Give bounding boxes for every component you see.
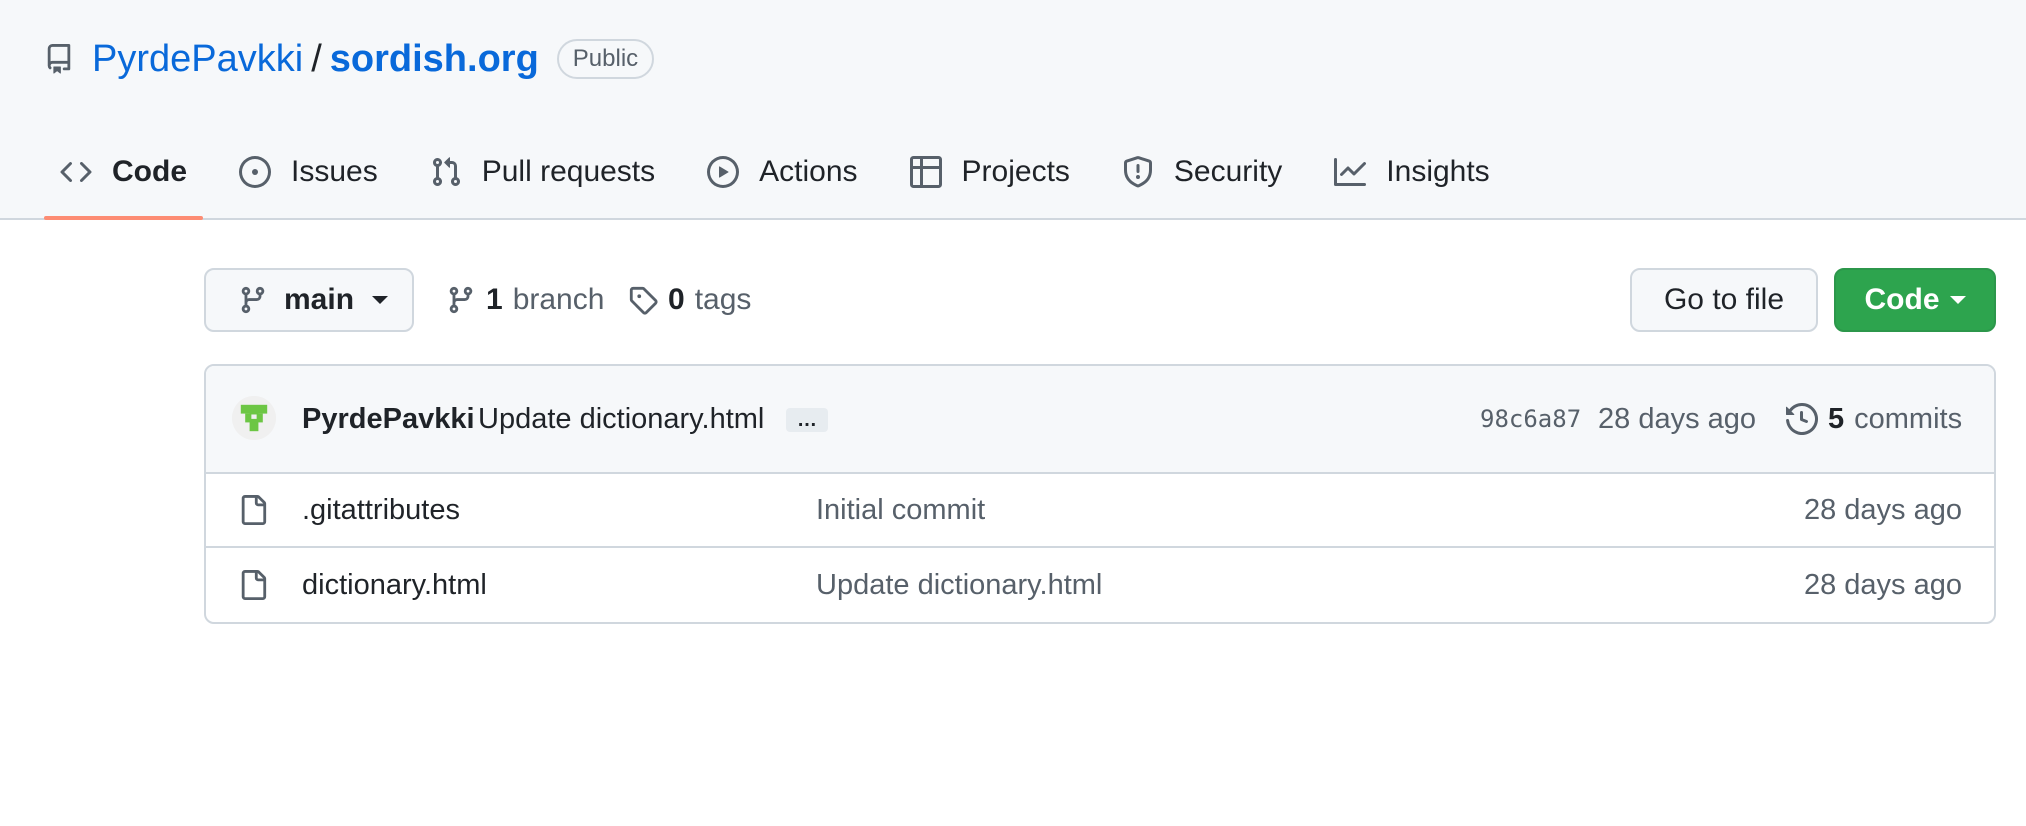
- file-name-link[interactable]: dictionary.html: [302, 569, 487, 602]
- history-icon: [1786, 403, 1818, 435]
- tab-label: Projects: [961, 155, 1070, 188]
- git-branch-icon: [449, 286, 473, 314]
- branch-count: 1: [486, 283, 503, 316]
- commit-message-link[interactable]: Update dictionary.html: [478, 403, 764, 436]
- go-to-file-button[interactable]: Go to file: [1630, 268, 1818, 332]
- git-pull-request-icon: [432, 157, 460, 187]
- repo-title: PyrdePavkki / sordish.org Public: [44, 34, 655, 84]
- tab-insights[interactable]: Insights: [1318, 140, 1505, 204]
- tab-label: Pull requests: [481, 155, 656, 188]
- file-commit-message-link[interactable]: Initial commit: [816, 494, 985, 527]
- tags-link[interactable]: 0 tags: [628, 268, 751, 332]
- repo-nav-tabs: Code Issues Pull requests Actions Projec…: [44, 140, 1526, 220]
- tab-issues[interactable]: Issues: [223, 140, 394, 204]
- file-browser: PyrdePavkki Update dictionary.html … 98c…: [204, 364, 1996, 624]
- tab-label: Insights: [1386, 155, 1490, 188]
- code-dropdown-button[interactable]: Code: [1834, 268, 1996, 332]
- file-row: dictionary.html Update dictionary.html 2…: [206, 548, 1994, 622]
- file-commit-time: 28 days ago: [1803, 493, 1962, 526]
- tab-label: Issues: [291, 155, 378, 188]
- tab-security[interactable]: Security: [1106, 140, 1298, 204]
- issue-opened-icon: [239, 156, 271, 188]
- commit-time: 28 days ago: [1598, 402, 1757, 435]
- repo-owner-link[interactable]: PyrdePavkki: [92, 38, 303, 81]
- avatar[interactable]: [232, 396, 276, 440]
- branch-name: main: [284, 283, 355, 316]
- repo-path-separator: /: [311, 37, 322, 80]
- tab-code[interactable]: Code: [44, 140, 203, 220]
- tab-label: Code: [112, 155, 187, 188]
- caret-down-icon: [372, 296, 389, 304]
- tab-pull-requests[interactable]: Pull requests: [414, 140, 671, 204]
- branch-label: branch: [512, 283, 605, 316]
- branch-select-button[interactable]: main: [204, 268, 414, 332]
- file-icon: [241, 495, 267, 525]
- tab-label: Security: [1173, 155, 1283, 188]
- commits-history-link[interactable]: 5 commits: [1786, 403, 1962, 436]
- latest-commit-bar: PyrdePavkki Update dictionary.html … 98c…: [206, 366, 1994, 474]
- tag-label: tags: [694, 283, 752, 316]
- tab-label: Actions: [759, 155, 858, 188]
- repo-name-link[interactable]: sordish.org: [330, 38, 539, 81]
- file-commit-message-link[interactable]: Update dictionary.html: [816, 569, 1102, 602]
- branches-link[interactable]: 1 branch: [446, 268, 604, 332]
- shield-icon: [1123, 156, 1152, 188]
- file-row: .gitattributes Initial commit 28 days ag…: [206, 474, 1994, 548]
- repo-icon: [44, 41, 74, 77]
- visibility-badge: Public: [556, 39, 655, 79]
- file-name-link[interactable]: .gitattributes: [302, 494, 460, 527]
- caret-down-icon: [1949, 296, 1966, 304]
- commit-author-link[interactable]: PyrdePavkki: [302, 403, 475, 436]
- file-icon: [241, 570, 267, 600]
- git-branch-icon: [241, 286, 265, 314]
- table-icon: [909, 156, 942, 188]
- code-icon: [60, 161, 92, 183]
- file-commit-time: 28 days ago: [1803, 568, 1962, 601]
- commit-hash-link[interactable]: 98c6a87: [1480, 405, 1581, 433]
- tab-actions[interactable]: Actions: [691, 140, 873, 204]
- commit-count: 5: [1828, 402, 1845, 435]
- tab-projects[interactable]: Projects: [894, 140, 1086, 204]
- repo-header: PyrdePavkki / sordish.org Public Code Is…: [0, 0, 2026, 220]
- commit-label: commits: [1854, 402, 1963, 435]
- expand-commit-message-button[interactable]: …: [786, 408, 828, 432]
- graph-icon: [1334, 158, 1367, 186]
- tag-icon: [629, 286, 658, 315]
- code-button-label: Code: [1864, 283, 1940, 316]
- tag-count: 0: [668, 283, 685, 316]
- play-icon: [707, 156, 740, 188]
